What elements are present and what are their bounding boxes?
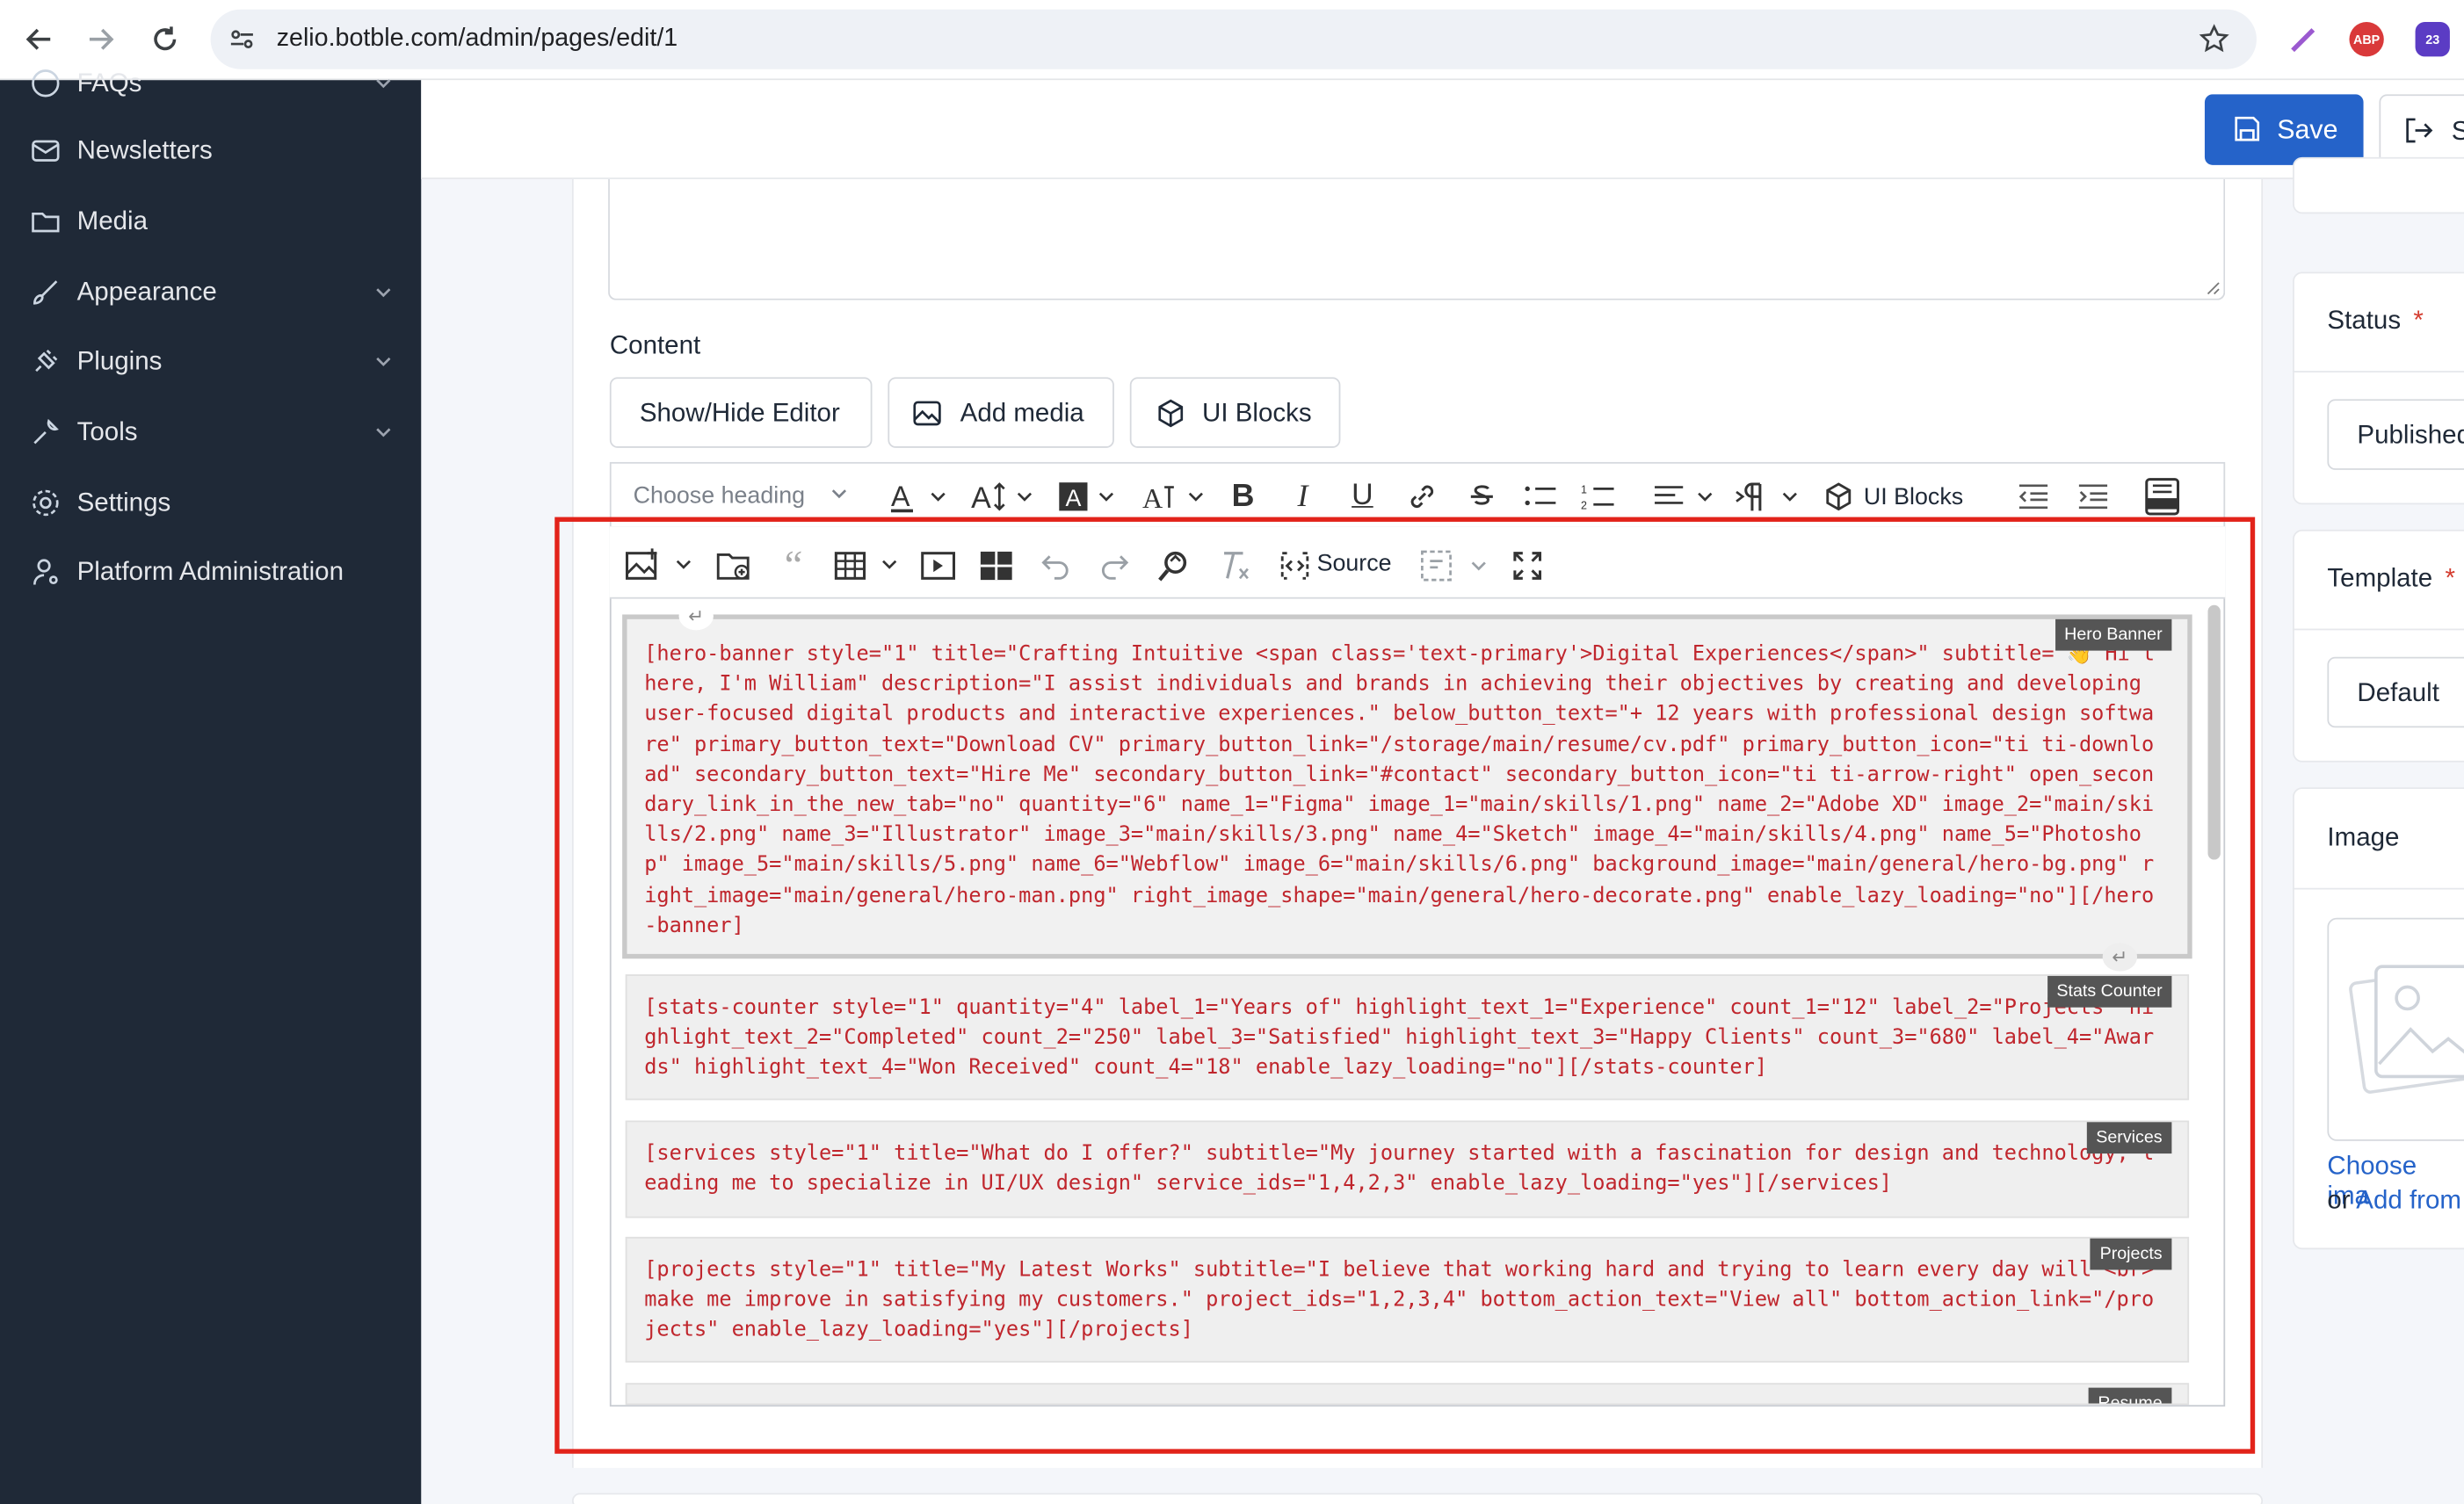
pen-extension-icon[interactable]: [2286, 22, 2321, 56]
sidebar-item-media[interactable]: Media: [0, 190, 421, 253]
description-textarea[interactable]: [608, 178, 2226, 300]
sidebar-item-faqs[interactable]: FAQs: [0, 52, 421, 115]
question-circle-icon: [32, 69, 60, 98]
site-settings-icon[interactable]: [229, 26, 255, 52]
add-from-url-link[interactable]: Add from: [2356, 1187, 2461, 1215]
chevron-down-icon: [376, 357, 391, 366]
sidebar-item-platform-administration[interactable]: Platform Administration: [0, 540, 421, 604]
svg-text:2: 2: [1581, 500, 1587, 512]
brush-icon: [33, 280, 58, 305]
html-embed-icon[interactable]: [2143, 476, 2181, 517]
status-divider: [2293, 371, 2464, 372]
svg-text:A: A: [1142, 482, 1163, 514]
save-button[interactable]: Save: [2204, 94, 2364, 165]
template-divider: [2293, 628, 2464, 631]
resize-handle-icon[interactable]: [2207, 281, 2221, 295]
admin-sidebar: FAQs Newsletters Media Appearance Plugin…: [0, 69, 422, 1504]
image-icon: [913, 401, 941, 426]
image-divider: [2293, 887, 2464, 890]
font-size-icon[interactable]: A: [968, 476, 1038, 517]
screen: zelio.botble.com/admin/pages/edit/1 ABP …: [0, 0, 2464, 1504]
outdent-icon[interactable]: [2015, 478, 2053, 516]
strikethrough-icon[interactable]: [1463, 478, 1501, 516]
image-placeholder-icon: [2349, 965, 2464, 1094]
chevron-down-icon: [376, 428, 391, 437]
bold-icon[interactable]: B: [1226, 478, 1260, 516]
chevron-down-icon: [376, 79, 391, 89]
exit-icon: [2406, 118, 2433, 143]
cube-icon: [1158, 399, 1184, 428]
mail-icon: [32, 140, 60, 162]
indent-icon[interactable]: [2075, 478, 2113, 516]
publish-card: [2293, 156, 2464, 214]
template-title: Template *: [2327, 564, 2455, 593]
italic-icon[interactable]: I: [1286, 478, 1320, 516]
required-asterisk: *: [2445, 564, 2455, 593]
svg-text:A: A: [971, 481, 991, 514]
add-from-line: or Add from: [2327, 1186, 2461, 1215]
font-color-icon[interactable]: A: [885, 476, 951, 517]
font-family-icon[interactable]: A: [1139, 476, 1208, 517]
add-media-button[interactable]: Add media: [888, 377, 1114, 448]
link-icon[interactable]: [1403, 478, 1441, 516]
alignment-icon[interactable]: [1650, 478, 1720, 516]
image-dropzone[interactable]: [2327, 917, 2464, 1141]
gear-icon: [33, 489, 59, 517]
font-background-color-icon[interactable]: A: [1056, 476, 1122, 517]
heading-dropdown[interactable]: Choose heading: [634, 482, 850, 510]
text-direction-icon[interactable]: [1733, 478, 1802, 516]
sidebar-item-settings[interactable]: Settings: [0, 472, 421, 535]
template-select[interactable]: Default: [2327, 656, 2464, 728]
chevron-down-icon: [832, 489, 847, 499]
wrench-icon: [33, 418, 59, 445]
image-title: Image: [2327, 823, 2400, 852]
show-hide-editor-button[interactable]: Show/Hide Editor: [609, 377, 873, 448]
svg-text:A: A: [891, 481, 910, 512]
sidebar-item-plugins[interactable]: Plugins: [0, 330, 421, 394]
required-asterisk: *: [2413, 306, 2424, 336]
status-title: Status *: [2327, 306, 2424, 336]
ui-blocks-button[interactable]: UI Blocks: [1129, 377, 1341, 448]
ui-blocks-toolbar-button[interactable]: UI Blocks: [1823, 478, 1968, 516]
bulleted-list-icon[interactable]: [1521, 478, 1559, 516]
svg-text:A: A: [1065, 485, 1081, 511]
address-bar[interactable]: zelio.botble.com/admin/pages/edit/1: [210, 9, 2257, 69]
user-cog-icon: [33, 559, 58, 585]
sidebar-item-appearance[interactable]: Appearance: [0, 261, 421, 324]
sidebar-item-newsletters[interactable]: Newsletters: [0, 119, 421, 183]
next-card: [571, 1493, 2264, 1504]
sidebar-item-tools[interactable]: Tools: [0, 401, 421, 464]
adblock-extension-icon[interactable]: ABP: [2349, 22, 2384, 57]
floppy-disk-icon: [2235, 116, 2260, 141]
content-label: Content: [609, 331, 701, 360]
svg-text:1: 1: [1581, 484, 1587, 496]
numbered-list-icon[interactable]: 12: [1579, 478, 1617, 516]
page-header: [421, 80, 2464, 179]
save-and-exit-button[interactable]: S: [2379, 94, 2464, 165]
plug-icon: [35, 349, 58, 372]
chevron-down-icon: [376, 288, 391, 298]
extension-badge-icon[interactable]: 23: [2415, 22, 2450, 57]
highlight-annotation: [554, 517, 2256, 1454]
status-select[interactable]: Published: [2327, 399, 2464, 470]
cube-icon: [1826, 482, 1852, 511]
bookmark-star-icon[interactable]: [2199, 24, 2230, 55]
folder-icon: [32, 212, 60, 233]
url-text: zelio.botble.com/admin/pages/edit/1: [276, 25, 678, 53]
underline-icon[interactable]: U: [1345, 478, 1380, 516]
